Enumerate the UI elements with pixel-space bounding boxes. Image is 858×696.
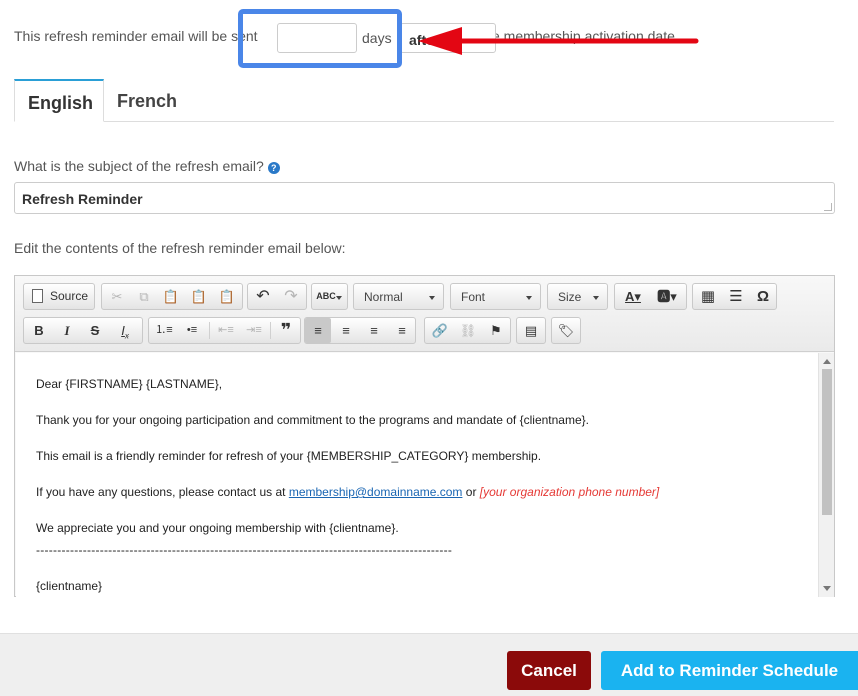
chevron-down-icon [526, 296, 532, 300]
align-group: ≡ ≡ ≡ ≡ [304, 317, 416, 344]
format-select[interactable]: Normal [353, 283, 444, 310]
source-icon [32, 289, 43, 303]
template-icon: ▤ [524, 323, 538, 338]
body-divider: ----------------------------------------… [36, 543, 453, 557]
editor-label: Edit the contents of the refresh reminde… [14, 240, 346, 256]
clipboard-group: ✂ ⧉ 📋 📋 📋 [101, 283, 243, 310]
contact-phone: [your organization phone number] [479, 485, 660, 499]
body-thanks: Thank you for your ongoing participation… [36, 413, 589, 427]
horizontal-line-icon[interactable]: ☰ [723, 284, 749, 309]
add-to-reminder-schedule-button[interactable]: Add to Reminder Schedule [601, 651, 858, 690]
body-reminder: This email is a friendly reminder for re… [36, 449, 542, 463]
body-contact: If you have any questions, please contac… [36, 485, 659, 499]
bullet-list-icon[interactable]: •≡ [179, 318, 205, 343]
link-group: 🔗 ⛓ ⚑ [424, 317, 511, 344]
help-icon[interactable]: ? [267, 162, 280, 174]
numbered-list-icon[interactable]: ⒈≡ [151, 318, 177, 343]
align-left-icon[interactable]: ≡ [305, 318, 331, 343]
align-right-icon[interactable]: ≡ [361, 318, 387, 343]
insert-group: ▦ ☰ Ω [692, 283, 777, 310]
separator [209, 322, 210, 339]
italic-icon[interactable]: I [54, 318, 80, 343]
undo-group: ↶ ↷ [247, 283, 307, 310]
highlight-box [238, 9, 402, 68]
scroll-up-icon[interactable] [823, 359, 831, 364]
size-value: Size [558, 290, 582, 304]
editor-scrollbar[interactable] [818, 353, 834, 597]
source-label: Source [50, 289, 89, 303]
red-arrow-annotation [418, 27, 699, 55]
cut-icon[interactable]: ✂ [104, 284, 130, 309]
spellcheck-button[interactable]: ABC [311, 283, 348, 310]
link-icon[interactable]: 🔗 [427, 318, 453, 343]
indent-icon[interactable]: ⇥≡ [241, 318, 267, 343]
subject-question-text: What is the subject of the refresh email… [14, 158, 264, 174]
separator [270, 322, 271, 339]
placeholder-button[interactable]: 🏷 [551, 317, 581, 344]
remove-format-icon[interactable]: Ix [112, 318, 138, 343]
list-group: ⒈≡ •≡ ⇤≡ ⇥≡ ❞ [148, 317, 301, 344]
tab-english[interactable]: English [14, 79, 104, 122]
subject-field[interactable]: Refresh Reminder [14, 182, 835, 214]
body-greeting: Dear {FIRSTNAME} {LASTNAME}, [36, 377, 223, 391]
editor-content[interactable]: Dear {FIRSTNAME} {LASTNAME}, Thank you f… [16, 353, 819, 597]
editor-toolbar: Source ✂ ⧉ 📋 📋 📋 ↶ ↷ ABC Normal Font Siz… [15, 276, 834, 352]
chevron-down-icon [429, 296, 435, 300]
reminder-prefix: This refresh reminder email will be sent [14, 28, 258, 44]
rich-text-editor: Source ✂ ⧉ 📋 📋 📋 ↶ ↷ ABC Normal Font Siz… [14, 275, 835, 597]
contact-email-link[interactable]: membership@domainname.com [289, 485, 463, 499]
resize-grip-icon[interactable] [824, 203, 832, 211]
anchor-flag-icon[interactable]: ⚑ [483, 318, 509, 343]
align-center-icon[interactable]: ≡ [333, 318, 359, 343]
copy-icon[interactable]: ⧉ [131, 284, 157, 309]
chevron-down-icon [336, 296, 342, 300]
font-value: Font [461, 290, 486, 304]
chevron-down-icon [593, 296, 599, 300]
body-signature: {clientname} [36, 579, 103, 593]
subject-value: Refresh Reminder [22, 191, 143, 207]
align-justify-icon[interactable]: ≡ [389, 318, 415, 343]
font-select[interactable]: Font [450, 283, 541, 310]
contact-or: or [465, 485, 477, 499]
source-button[interactable]: Source [23, 283, 95, 310]
template-button[interactable]: ▤ [516, 317, 546, 344]
outdent-icon[interactable]: ⇤≡ [213, 318, 239, 343]
strike-icon[interactable]: S [82, 318, 108, 343]
table-icon[interactable]: ▦ [695, 284, 721, 309]
tab-french[interactable]: French [104, 79, 196, 122]
subject-question: What is the subject of the refresh email… [14, 158, 280, 174]
spellcheck-icon: ABC [316, 291, 336, 301]
unlink-icon[interactable]: ⛓ [455, 318, 481, 343]
color-group: A▾ 🅰▾ [614, 283, 687, 310]
format-value: Normal [364, 290, 403, 304]
bg-color-icon[interactable]: 🅰▾ [651, 284, 683, 309]
contact-prefix: If you have any questions, please contac… [36, 485, 286, 499]
special-char-icon[interactable]: Ω [750, 284, 776, 309]
paste-icon[interactable]: 📋 [158, 284, 184, 309]
scroll-down-icon[interactable] [823, 586, 831, 591]
size-select[interactable]: Size [547, 283, 608, 310]
redo-icon[interactable]: ↷ [278, 284, 304, 309]
paste-word-icon[interactable]: 📋 [214, 284, 240, 309]
cancel-button[interactable]: Cancel [507, 651, 591, 690]
text-color-icon[interactable]: A▾ [617, 284, 649, 309]
body-appreciate: We appreciate you and your ongoing membe… [36, 521, 399, 535]
bold-icon[interactable]: B [26, 318, 52, 343]
scroll-thumb[interactable] [822, 369, 832, 515]
tag-icon: 🏷 [557, 323, 575, 338]
blockquote-icon[interactable]: ❞ [273, 318, 299, 343]
undo-icon[interactable]: ↶ [250, 284, 276, 309]
paste-text-icon[interactable]: 📋 [186, 284, 212, 309]
basic-styles-group: B I S Ix [23, 317, 143, 344]
